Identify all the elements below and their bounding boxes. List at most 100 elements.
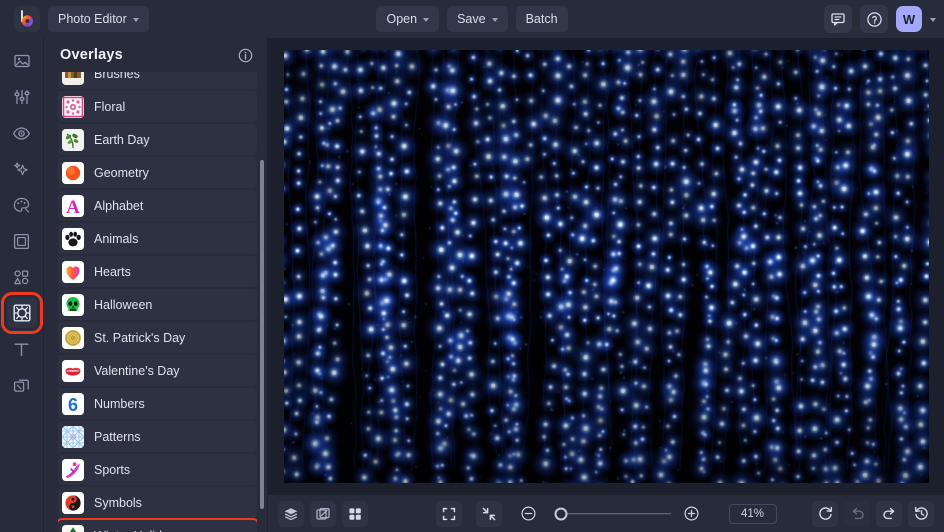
expand-icon xyxy=(442,507,455,520)
shapes-icon xyxy=(14,269,29,284)
svg-text:6: 6 xyxy=(68,395,78,415)
list-item[interactable]: Patterns xyxy=(58,421,257,452)
list-item[interactable]: Earth Day xyxy=(58,124,257,155)
valentines-thumb xyxy=(62,359,84,382)
overlay-category-list[interactable]: Brushes Floral Earth Day Geometry A Alphabet A… xyxy=(44,72,267,532)
geometry-thumb xyxy=(62,161,84,184)
fit-to-screen-button[interactable] xyxy=(475,500,502,527)
save-button[interactable]: Save xyxy=(447,6,508,32)
list-item-label: Alphabet xyxy=(94,198,144,213)
frame-icon xyxy=(13,233,30,249)
sidebar-item-effects[interactable] xyxy=(7,154,37,184)
scrollbar-thumb[interactable] xyxy=(260,160,264,509)
overlays-icon xyxy=(13,304,31,322)
mode-label: Photo Editor xyxy=(58,12,127,26)
list-item-label: St. Patrick's Day xyxy=(94,330,186,345)
floral-thumb xyxy=(62,95,84,118)
canvas-area[interactable] xyxy=(268,38,944,495)
plus-circle-icon xyxy=(684,506,699,521)
collapse-icon xyxy=(482,507,495,520)
layers-button[interactable] xyxy=(278,500,304,527)
list-item-label: Hearts xyxy=(94,264,131,279)
photo-canvas[interactable] xyxy=(283,50,929,483)
sidebar-item-image[interactable] xyxy=(7,46,37,76)
list-item[interactable]: Floral xyxy=(58,91,257,122)
grid-button[interactable] xyxy=(342,500,368,527)
list-item[interactable]: Geometry xyxy=(58,157,257,188)
minus-circle-icon xyxy=(521,506,536,521)
list-item-label: Geometry xyxy=(94,165,149,180)
sidebar-item-frames[interactable] xyxy=(7,226,37,256)
undo-button[interactable] xyxy=(844,500,870,527)
zoom-level-field[interactable]: 41% xyxy=(728,503,777,524)
list-item-label: Winter Holidays xyxy=(94,529,182,532)
sidebar-item-artsy[interactable] xyxy=(7,190,37,220)
list-item[interactable]: Sports xyxy=(58,454,257,485)
list-item-label: Brushes xyxy=(94,72,140,81)
list-item[interactable]: Animals xyxy=(58,223,257,254)
batch-label: Batch xyxy=(525,12,558,26)
sidebar-item-graphics[interactable] xyxy=(7,262,37,292)
zoom-in-button[interactable] xyxy=(679,501,705,527)
befunky-logo-icon[interactable] xyxy=(14,6,40,32)
list-item[interactable]: Symbols xyxy=(58,487,257,518)
layers-stack-icon xyxy=(13,379,29,392)
list-item[interactable]: Halloween xyxy=(58,289,257,320)
avatar-chevron-down-icon[interactable] xyxy=(930,17,936,22)
sidebar-item-touch-up[interactable] xyxy=(7,118,37,148)
sidebar-item-layers[interactable] xyxy=(7,370,37,400)
list-item-label: Symbols xyxy=(94,495,142,510)
panel-header: Overlays xyxy=(44,38,267,72)
tool-rail xyxy=(0,38,44,532)
svg-text:A: A xyxy=(66,197,80,217)
redo-button[interactable] xyxy=(876,500,902,527)
animals-thumb xyxy=(62,227,84,250)
mode-selector[interactable]: Photo Editor xyxy=(48,6,149,32)
list-item[interactable]: Winter Holidays xyxy=(58,518,257,532)
open-label: Open xyxy=(386,12,418,26)
feedback-button[interactable] xyxy=(824,5,852,33)
compare-button[interactable] xyxy=(310,500,336,527)
open-button[interactable]: Open xyxy=(376,6,440,32)
main-body: Overlays Brushes Floral Earth Day Geometry A… xyxy=(0,38,944,532)
sports-thumb xyxy=(62,458,84,481)
avatar[interactable]: W xyxy=(896,6,922,32)
list-item[interactable]: Hearts xyxy=(58,256,257,287)
list-item[interactable]: St. Patrick's Day xyxy=(58,322,257,353)
list-item[interactable]: Valentine's Day xyxy=(58,355,257,386)
sliders-icon xyxy=(14,89,29,105)
sparkles-icon xyxy=(14,161,28,175)
zoom-out-button[interactable] xyxy=(516,501,542,527)
numbers-thumb: 6 xyxy=(62,392,84,415)
list-item[interactable]: Brushes xyxy=(58,72,257,89)
info-circle-icon[interactable] xyxy=(238,48,253,63)
sidebar-item-overlays[interactable] xyxy=(0,292,43,334)
list-item-label: Patterns xyxy=(94,429,141,444)
compare-icon xyxy=(316,507,330,520)
zoom-slider-knob[interactable] xyxy=(554,507,568,520)
refresh-icon xyxy=(818,506,832,520)
reset-button[interactable] xyxy=(812,500,838,527)
list-item[interactable]: 6 Numbers xyxy=(58,388,257,419)
history-button[interactable] xyxy=(908,500,934,527)
zoom-slider[interactable] xyxy=(554,507,671,521)
zoom-slider-track xyxy=(555,512,671,515)
panel-scrollbar[interactable] xyxy=(260,108,264,514)
chevron-down-icon xyxy=(423,17,430,22)
patterns-thumb xyxy=(62,425,84,448)
batch-button[interactable]: Batch xyxy=(515,6,568,32)
list-item[interactable]: A Alphabet xyxy=(58,190,257,221)
list-item-label: Sports xyxy=(94,462,131,477)
list-item-label: Floral xyxy=(94,99,126,114)
help-button[interactable] xyxy=(860,5,888,33)
list-item-label: Animals xyxy=(94,231,139,246)
history-controls xyxy=(812,500,934,527)
alphabet-thumb: A xyxy=(62,194,84,217)
list-item-label: Halloween xyxy=(94,297,153,312)
sidebar-item-text[interactable] xyxy=(7,334,37,364)
fullscreen-button[interactable] xyxy=(435,500,462,527)
sidebar-item-edit[interactable] xyxy=(7,82,37,112)
top-toolbar: Photo Editor Open Save Batch W xyxy=(0,0,944,38)
brushes-thumb xyxy=(62,72,84,85)
overlay-rows: Brushes Floral Earth Day Geometry A Alphabet A… xyxy=(58,72,257,532)
